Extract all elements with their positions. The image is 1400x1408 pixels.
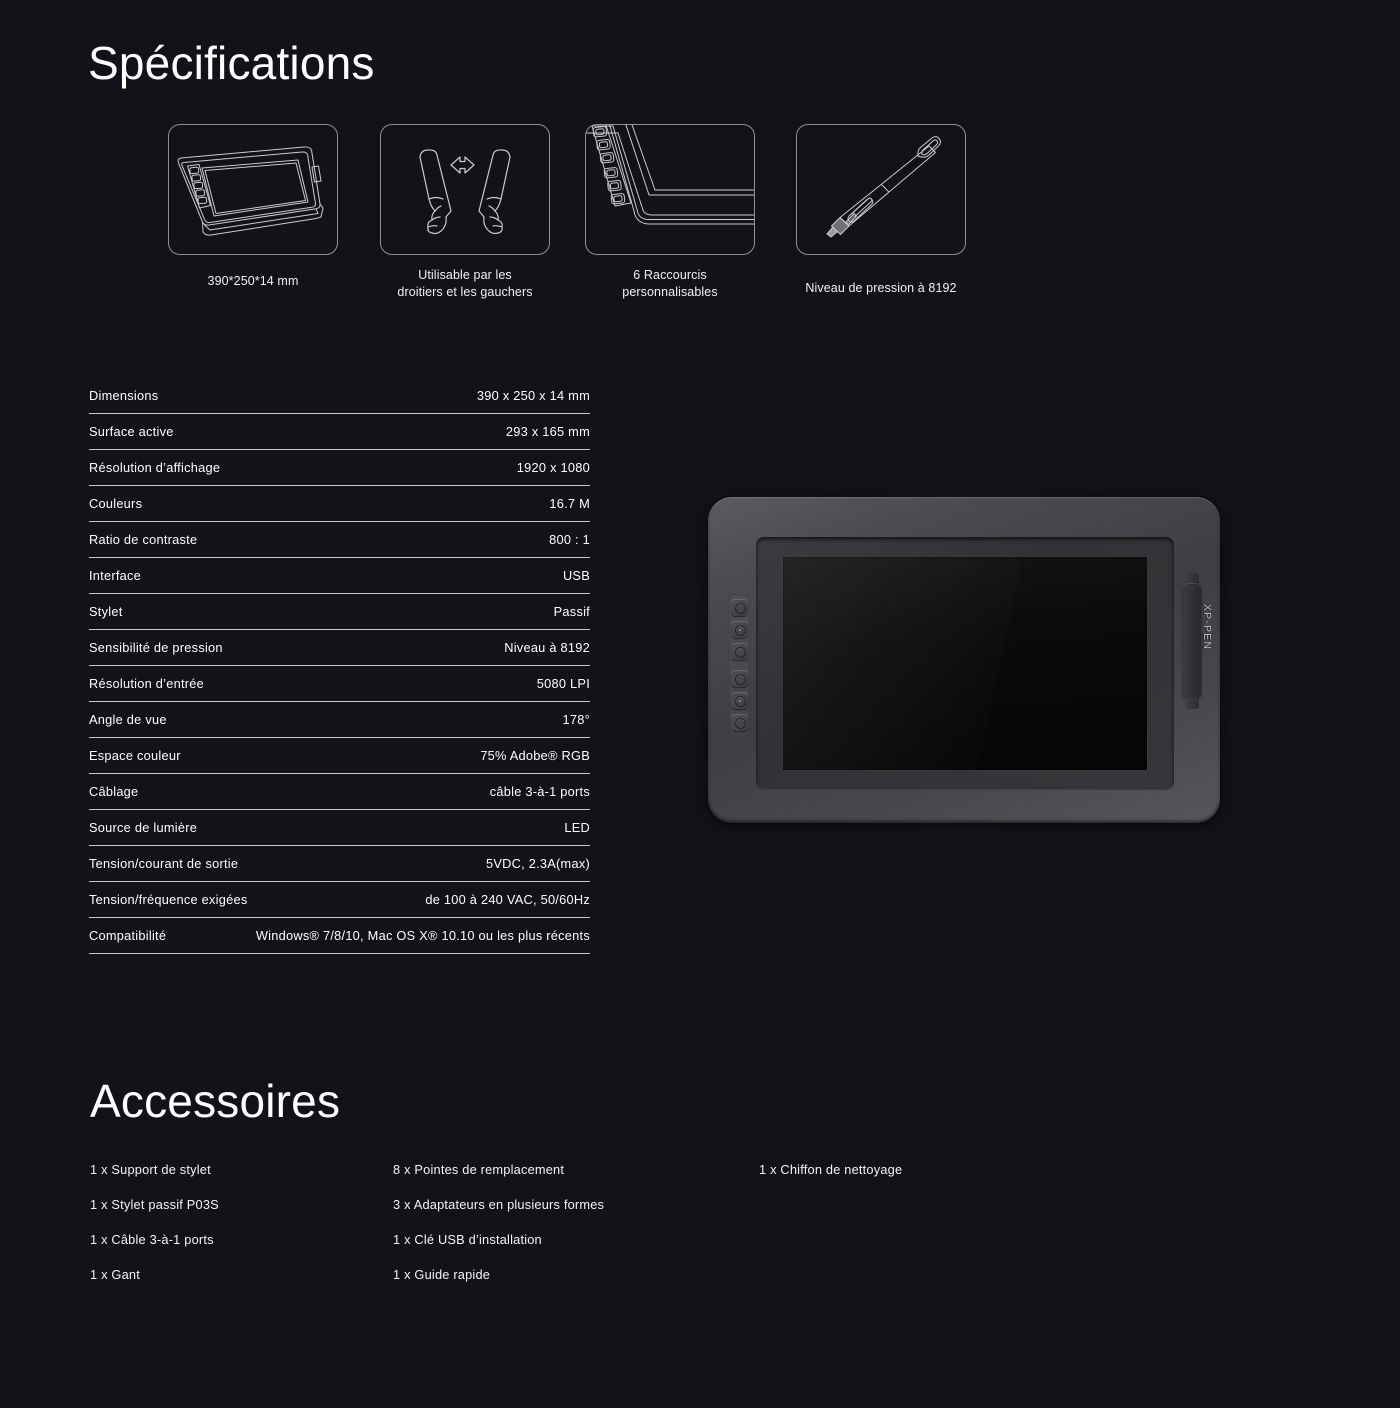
- list-item: 1 x Guide rapide: [393, 1267, 491, 1282]
- table-row: Interface USB: [89, 557, 590, 593]
- caption-line-1: 6 Raccourcis: [633, 268, 707, 282]
- tablet-shortcut-keys-icon: [586, 125, 754, 225]
- feature-card-caption: Niveau de pression à 8192: [805, 281, 957, 295]
- feature-card-caption: Utilisable par les droitiers et les gauc…: [365, 267, 565, 301]
- spec-value: de 100 à 240 VAC, 50/60Hz: [425, 892, 590, 907]
- feature-card-frame: [380, 124, 550, 255]
- shortcut-button-3[interactable]: [731, 643, 748, 660]
- spec-label: Compatibilité: [89, 928, 167, 943]
- spec-value: 178°: [562, 712, 590, 727]
- screen-glare: [783, 557, 1147, 770]
- list-item: 1 x Support de stylet: [90, 1162, 211, 1177]
- spec-value: Passif: [553, 604, 590, 619]
- spec-label: Ratio de contraste: [89, 532, 198, 547]
- tablet-side-stub-bottom: [1185, 697, 1199, 709]
- spec-value: câble 3-à-1 ports: [489, 784, 590, 799]
- spec-value: 75% Adobe® RGB: [480, 748, 590, 763]
- product-image-tablet: XP-PEN: [704, 492, 1224, 828]
- feature-card-handedness: Utilisable par les droitiers et les gauc…: [380, 124, 565, 301]
- spec-label: Source de lumière: [89, 820, 198, 835]
- caption-line-1: Utilisable par les: [418, 268, 512, 282]
- spec-value: 5VDC, 2.3A(max): [485, 856, 590, 871]
- tablet-screen: [783, 557, 1147, 770]
- list-item: 1 x Stylet passif P03S: [90, 1197, 219, 1212]
- table-row: Tension/fréquence exigées de 100 à 240 V…: [89, 881, 590, 917]
- shortcut-button-6[interactable]: [731, 714, 748, 731]
- spec-value: 390 x 250 x 14 mm: [476, 388, 590, 403]
- feature-card-shortcuts: 6 Raccourcis personnalisables: [585, 124, 755, 301]
- spec-label: Résolution d’affichage: [89, 460, 221, 475]
- table-row: Surface active 293 x 165 mm: [89, 413, 590, 449]
- stylus-pen-icon: [826, 136, 941, 238]
- tablet-bezel: [756, 537, 1174, 790]
- tablet-side-panel: [1183, 583, 1201, 698]
- spec-label: Résolution d’entrée: [89, 676, 205, 691]
- spec-value: 1920 x 1080: [516, 460, 590, 475]
- spec-value: 800 : 1: [549, 532, 590, 547]
- feature-card-row: 390*250*14 mm Utilisable par les droitie…: [168, 124, 1168, 314]
- spec-value: 5080 LPI: [536, 676, 590, 691]
- table-row: Stylet Passif: [89, 593, 590, 629]
- table-row: Source de lumière LED: [89, 809, 590, 845]
- list-item: 3 x Adaptateurs en plusieurs formes: [393, 1197, 605, 1212]
- shortcut-button-1[interactable]: [731, 599, 748, 616]
- accessories-column-2: 8 x Pointes de remplacement 3 x Adaptate…: [393, 1152, 604, 1292]
- spec-label: Câblage: [89, 784, 139, 799]
- spec-label: Couleurs: [89, 496, 143, 511]
- shortcut-button-4[interactable]: [731, 670, 748, 687]
- spec-label: Espace couleur: [89, 748, 181, 763]
- tablet-shortcut-button-group: [728, 594, 750, 737]
- feature-card-dimensions: 390*250*14 mm: [168, 124, 338, 290]
- specifications-table: Dimensions 390 x 250 x 14 mm Surface act…: [89, 378, 590, 954]
- spec-label: Interface: [89, 568, 142, 583]
- spec-value: LED: [564, 820, 590, 835]
- spec-value: 293 x 165 mm: [505, 424, 590, 439]
- feature-card-pressure: Niveau de pression à 8192: [796, 124, 996, 297]
- caption-line-2: personnalisables: [622, 285, 718, 299]
- feature-card-frame: [585, 124, 755, 255]
- table-row: Résolution d’affichage 1920 x 1080: [89, 449, 590, 485]
- list-item: 8 x Pointes de remplacement: [393, 1162, 565, 1177]
- spec-value: 16.7 M: [549, 496, 590, 511]
- table-row: Compatibilité Windows® 7/8/10, Mac OS X®…: [89, 917, 590, 954]
- table-row: Ratio de contraste 800 : 1: [89, 521, 590, 557]
- feature-card-frame: [796, 124, 966, 255]
- tablet-perspective-icon: [177, 146, 324, 236]
- table-row: Résolution d’entrée 5080 LPI: [89, 665, 590, 701]
- spec-label: Stylet: [89, 604, 123, 619]
- two-hands-arrow-icon: [419, 149, 511, 235]
- feature-card-caption: 390*250*14 mm: [207, 274, 299, 288]
- table-row: Espace couleur 75% Adobe® RGB: [89, 737, 590, 773]
- spec-label: Dimensions: [89, 388, 159, 403]
- feature-card-caption: 6 Raccourcis personnalisables: [585, 267, 755, 301]
- table-row: Dimensions 390 x 250 x 14 mm: [89, 378, 590, 413]
- spec-value: Windows® 7/8/10, Mac OS X® 10.10 ou les …: [255, 928, 590, 943]
- page-title-accessories: Accessoires: [90, 1075, 341, 1127]
- list-item: 1 x Chiffon de nettoyage: [759, 1162, 903, 1177]
- table-row: Sensibilité de pression Niveau à 8192: [89, 629, 590, 665]
- spec-label: Tension/fréquence exigées: [89, 892, 248, 907]
- caption-line-2: droitiers et les gauchers: [397, 285, 533, 299]
- list-item: 1 x Gant: [90, 1267, 140, 1282]
- spec-label: Tension/courant de sortie: [89, 856, 239, 871]
- spec-label: Sensibilité de pression: [89, 640, 223, 655]
- accessories-column-1: 1 x Support de stylet 1 x Stylet passif …: [90, 1152, 219, 1292]
- shortcut-button-2[interactable]: [731, 621, 748, 638]
- list-item: 1 x Câble 3-à-1 ports: [90, 1232, 214, 1247]
- spec-label: Surface active: [89, 424, 174, 439]
- spec-value: USB: [562, 568, 590, 583]
- xp-pen-brand-logo: XP-PEN: [1201, 603, 1213, 651]
- table-row: Angle de vue 178°: [89, 701, 590, 737]
- spec-value: Niveau à 8192: [504, 640, 590, 655]
- table-row: Tension/courant de sortie 5VDC, 2.3A(max…: [89, 845, 590, 881]
- page-title-specifications: Spécifications: [88, 37, 375, 89]
- spec-label: Angle de vue: [89, 712, 167, 727]
- table-row: Câblage câble 3-à-1 ports: [89, 773, 590, 809]
- list-item: 1 x Clé USB d’installation: [393, 1232, 542, 1247]
- shortcut-button-5[interactable]: [731, 692, 748, 709]
- tablet-body: XP-PEN: [708, 497, 1220, 823]
- feature-card-frame: [168, 124, 338, 255]
- accessories-column-3: 1 x Chiffon de nettoyage: [759, 1152, 902, 1187]
- table-row: Couleurs 16.7 M: [89, 485, 590, 521]
